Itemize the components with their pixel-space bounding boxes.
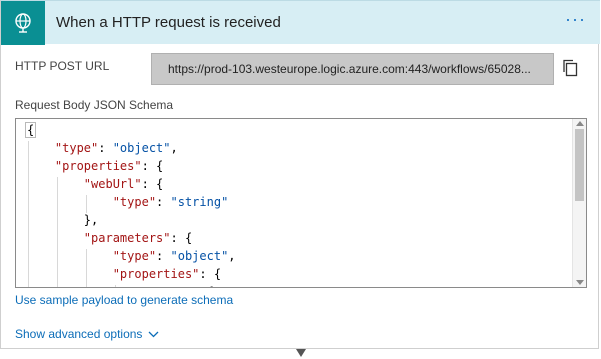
code-token: : bbox=[156, 195, 171, 209]
code-token: "type" bbox=[26, 195, 157, 209]
code-line: "type": "string" bbox=[26, 193, 568, 211]
scroll-down-icon[interactable] bbox=[576, 280, 584, 285]
json-schema-editor[interactable]: { "type": "object", "properties": { "web… bbox=[15, 118, 587, 288]
code-token: : { bbox=[170, 231, 193, 245]
scroll-up-icon[interactable] bbox=[576, 121, 584, 126]
code-token: : bbox=[156, 249, 171, 263]
sample-payload-link[interactable]: Use sample payload to generate schema bbox=[15, 293, 233, 307]
code-line: { bbox=[25, 121, 568, 139]
code-token: "object" bbox=[170, 249, 229, 263]
code-line: "type": "object", bbox=[26, 139, 568, 157]
code-token: , bbox=[228, 249, 236, 263]
code-line: "parameters": { bbox=[26, 229, 568, 247]
code-token: { bbox=[25, 122, 37, 138]
http-post-url-label: HTTP POST URL bbox=[15, 59, 110, 73]
code-token: "object" bbox=[112, 141, 171, 155]
code-token: , bbox=[170, 141, 178, 155]
advanced-options-label: Show advanced options bbox=[15, 327, 143, 341]
code-line: "properties": { bbox=[26, 265, 568, 283]
code-token: : { bbox=[192, 285, 214, 287]
card-title: When a HTTP request is received bbox=[56, 14, 281, 31]
code-token: "properties" bbox=[26, 159, 142, 173]
code-token: "webUrl" bbox=[26, 177, 142, 191]
chevron-down-icon bbox=[148, 331, 159, 337]
trigger-card: When a HTTP request is received ··· HTTP… bbox=[0, 0, 600, 349]
more-options-icon[interactable]: ··· bbox=[565, 9, 586, 29]
code-token: : bbox=[98, 141, 113, 155]
copy-icon[interactable] bbox=[561, 58, 579, 78]
json-code: { "type": "object", "properties": { "web… bbox=[25, 121, 568, 287]
code-line: "event": { bbox=[26, 283, 568, 287]
card-header[interactable]: When a HTTP request is received ··· bbox=[1, 0, 600, 45]
show-advanced-options-button[interactable]: Show advanced options bbox=[15, 327, 159, 341]
globe-request-icon bbox=[1, 1, 45, 45]
code-line: "webUrl": { bbox=[26, 175, 568, 193]
scrollbar-thumb[interactable] bbox=[575, 129, 584, 201]
flow-arrow-icon bbox=[296, 349, 306, 357]
code-line: }, bbox=[26, 211, 568, 229]
code-token: "event" bbox=[26, 285, 193, 287]
http-post-url-field[interactable]: https://prod-103.westeurope.logic.azure.… bbox=[151, 53, 554, 85]
code-line: "properties": { bbox=[26, 157, 568, 175]
code-line: "type": "object", bbox=[26, 247, 568, 265]
schema-label: Request Body JSON Schema bbox=[15, 98, 174, 112]
code-token: "type" bbox=[26, 249, 157, 263]
editor-scrollbar[interactable] bbox=[572, 119, 586, 287]
code-token: "properties" bbox=[26, 267, 200, 281]
code-token: "parameters" bbox=[26, 231, 171, 245]
code-token: "type" bbox=[26, 141, 99, 155]
code-token: : { bbox=[199, 267, 222, 281]
code-token: : { bbox=[141, 159, 164, 173]
code-token: "string" bbox=[170, 195, 229, 209]
code-token: }, bbox=[26, 213, 99, 227]
code-token: : { bbox=[141, 177, 164, 191]
